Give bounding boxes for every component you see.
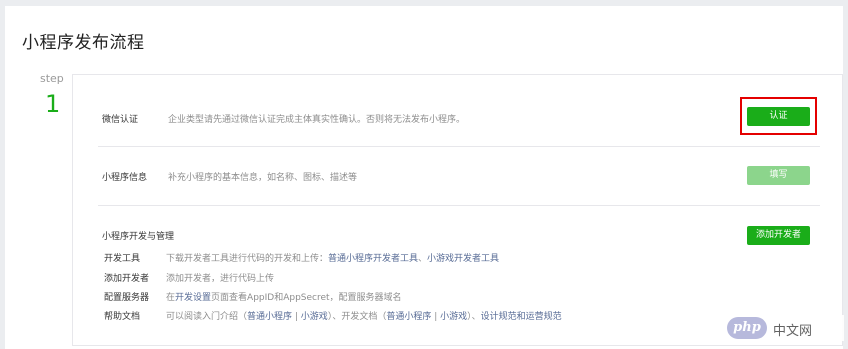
sub-label: 帮助文档 xyxy=(104,312,141,322)
mini-game-devtools-link[interactable]: 小游戏开发者工具 xyxy=(427,254,499,264)
main-panel: 小程序发布流程 step 1 微信认证 企业类型请先通过微信认证完成主体真实性确… xyxy=(5,6,844,349)
php-logo: php xyxy=(727,317,767,339)
sub-text: 下载开发者工具进行代码的开发和上传： xyxy=(166,254,329,264)
verify-description: 企业类型请先通过微信认证完成主体真实性确认。否则将无法发布小程序。 xyxy=(168,115,466,125)
design-guidelines-link[interactable]: 设计规范和运营规范 xyxy=(481,312,562,322)
dev-settings-link[interactable]: 开发设置 xyxy=(175,293,211,303)
separator: 、 xyxy=(418,254,428,264)
sub-text: 在 xyxy=(166,293,176,303)
intro-mini-program-link[interactable]: 普通小程序 xyxy=(247,312,292,322)
separator: | xyxy=(292,312,301,322)
sub-text: ）、 xyxy=(467,312,481,322)
watermark: php 中文网 xyxy=(724,315,844,341)
sub-text: ）、开发文档（ xyxy=(327,312,387,322)
fill-in-button[interactable]: 填写 xyxy=(747,166,810,185)
sub-label: 添加开发者 xyxy=(104,274,150,284)
intro-mini-game-link[interactable]: 小游戏 xyxy=(301,312,328,322)
verify-title: 微信认证 xyxy=(102,115,139,125)
watermark-text: 中文网 xyxy=(773,324,813,339)
list-item: 配置服务器 在开发设置页面查看AppID和AppSecret，配置服务器域名 xyxy=(104,290,402,303)
list-item: 开发工具 下载开发者工具进行代码的开发和上传：普通小程序开发者工具、小游戏开发者工… xyxy=(104,251,499,264)
mini-program-devtools-link[interactable]: 普通小程序开发者工具 xyxy=(328,254,418,264)
sub-label: 开发工具 xyxy=(104,254,141,264)
docs-mini-game-link[interactable]: 小游戏 xyxy=(440,312,467,322)
separator: | xyxy=(431,312,441,322)
docs-mini-program-link[interactable]: 普通小程序 xyxy=(386,312,431,322)
step-card: 微信认证 企业类型请先通过微信认证完成主体真实性确认。否则将无法发布小程序。 认… xyxy=(72,74,843,346)
divider xyxy=(98,205,820,206)
list-item: 添加开发者 添加开发者，进行代码上传 xyxy=(104,271,274,284)
info-description: 补充小程序的基本信息，如名称、图标、描述等 xyxy=(168,173,358,183)
sub-text: 添加开发者，进行代码上传 xyxy=(166,274,275,284)
highlight-box xyxy=(740,97,817,135)
info-title: 小程序信息 xyxy=(102,173,148,183)
step-number: 1 xyxy=(45,90,61,118)
sub-text: 页面查看AppID和AppSecret，配置服务器域名 xyxy=(211,293,402,303)
step-label: step xyxy=(40,72,64,85)
divider xyxy=(98,146,820,147)
page-title: 小程序发布流程 xyxy=(22,33,145,53)
add-developer-button[interactable]: 添加开发者 xyxy=(747,226,810,245)
dev-title: 小程序开发与管理 xyxy=(102,232,175,242)
sub-text: 可以阅读入门介绍（ xyxy=(166,312,248,322)
sub-label: 配置服务器 xyxy=(104,293,150,303)
list-item: 帮助文档 可以阅读入门介绍（普通小程序 | 小游戏）、开发文档（普通小程序 | 小… xyxy=(104,309,562,322)
